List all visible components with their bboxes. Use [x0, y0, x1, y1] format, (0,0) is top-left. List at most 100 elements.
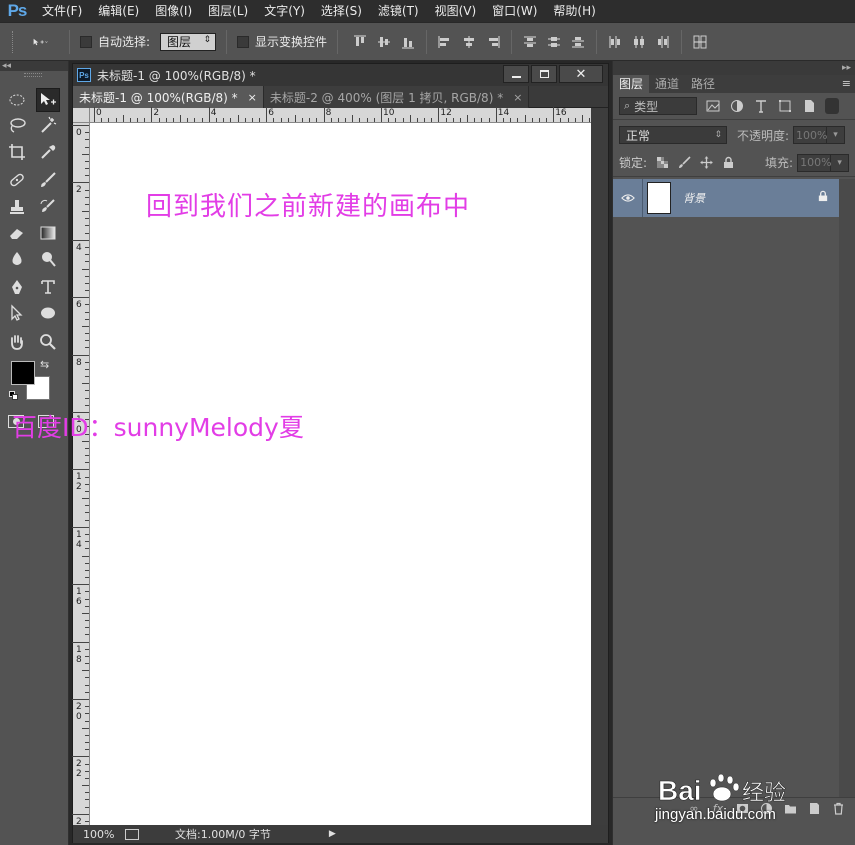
- vertical-ruler[interactable]: 024681012141618202224: [72, 123, 90, 837]
- blur-tool-icon[interactable]: [5, 247, 29, 271]
- pixel-filter-icon[interactable]: [705, 98, 721, 114]
- menu-layer[interactable]: 图层(L): [200, 0, 256, 22]
- distribute-left-icon[interactable]: [607, 34, 623, 50]
- align-hcenter-icon[interactable]: [461, 34, 477, 50]
- document-canvas[interactable]: [90, 123, 591, 825]
- minimize-button[interactable]: [503, 65, 529, 83]
- align-right-icon[interactable]: [485, 34, 501, 50]
- close-button[interactable]: ✕: [559, 65, 603, 83]
- options-grip[interactable]: [12, 30, 15, 53]
- status-menu-arrow-icon[interactable]: ▶: [329, 829, 336, 839]
- crop-tool-icon[interactable]: [5, 140, 29, 164]
- tab-untitled-1[interactable]: 未标题-1 @ 100%(RGB/8) * ×: [73, 86, 264, 108]
- tab-close-icon[interactable]: ×: [248, 91, 257, 104]
- toolbox-grip[interactable]: [24, 73, 42, 77]
- visibility-eye-icon[interactable]: [613, 179, 643, 217]
- ruler-tick: [72, 526, 89, 528]
- adjustment-filter-icon[interactable]: [729, 98, 745, 114]
- toolbox-collapse-icon[interactable]: ◂◂: [0, 61, 68, 71]
- menu-window[interactable]: 窗口(W): [484, 0, 545, 22]
- distribute-top-icon[interactable]: [522, 34, 538, 50]
- smart-object-filter-icon[interactable]: [801, 98, 817, 114]
- menu-select[interactable]: 选择(S): [313, 0, 370, 22]
- foreground-color-swatch[interactable]: [11, 361, 35, 385]
- layers-scrollbar[interactable]: [839, 179, 855, 797]
- gradient-tool-icon[interactable]: [36, 221, 60, 245]
- auto-select-checkbox[interactable]: [80, 35, 92, 48]
- menu-type[interactable]: 文字(Y): [256, 0, 313, 22]
- healing-brush-tool-icon[interactable]: [5, 168, 29, 192]
- document-titlebar[interactable]: Ps 未标题-1 @ 100%(RGB/8) * ✕: [73, 64, 608, 86]
- type-filter-icon[interactable]: [753, 98, 769, 114]
- align-vcenter-icon[interactable]: [376, 34, 392, 50]
- tab-close-icon[interactable]: ×: [513, 91, 522, 104]
- ellipse-tool-icon[interactable]: [36, 301, 60, 325]
- swap-colors-icon[interactable]: ⇆: [40, 358, 49, 371]
- shape-filter-icon[interactable]: [777, 98, 793, 114]
- auto-select-target-dropdown[interactable]: 图层 ⇕: [160, 32, 217, 51]
- clone-stamp-tool-icon[interactable]: [5, 195, 29, 219]
- eyedropper-tool-icon[interactable]: [36, 140, 60, 164]
- menu-edit[interactable]: 编辑(E): [90, 0, 147, 22]
- menu-view[interactable]: 视图(V): [427, 0, 485, 22]
- zoom-tool-icon[interactable]: [36, 330, 60, 354]
- lock-all-icon[interactable]: [721, 156, 735, 170]
- filter-kind-dropdown[interactable]: ⌕ 类型: [619, 97, 697, 115]
- move-tool-icon[interactable]: [36, 88, 60, 112]
- layer-name[interactable]: 背景: [683, 190, 705, 206]
- path-selection-tool-icon[interactable]: [5, 301, 29, 325]
- tab-untitled-2[interactable]: 未标题-2 @ 400% (图层 1 拷贝, RGB/8) * ×: [263, 86, 530, 108]
- layer-thumbnail[interactable]: [647, 182, 671, 214]
- layer-row-background[interactable]: 背景: [613, 179, 839, 217]
- export-icon[interactable]: [125, 828, 139, 840]
- distribute-hcenter-icon[interactable]: [631, 34, 647, 50]
- ruler-h-label: 14: [497, 108, 510, 118]
- distribute-right-icon[interactable]: [655, 34, 671, 50]
- hand-tool-icon[interactable]: [5, 330, 29, 354]
- separator: [596, 29, 598, 54]
- lasso-tool-icon[interactable]: [5, 113, 29, 137]
- tab-channels[interactable]: 通道: [649, 75, 685, 93]
- brush-tool-icon[interactable]: [36, 168, 60, 192]
- tab-layers[interactable]: 图层: [613, 75, 650, 93]
- ruler-tick: [72, 469, 89, 471]
- panel-menu-icon[interactable]: ≡: [842, 75, 851, 93]
- show-transform-checkbox[interactable]: [237, 35, 250, 48]
- lock-pixels-icon[interactable]: [677, 156, 691, 170]
- default-colors-icon[interactable]: [9, 391, 19, 401]
- maximize-button[interactable]: [531, 65, 557, 83]
- panel-collapse-icon[interactable]: ▸▸: [613, 61, 855, 75]
- align-top-icon[interactable]: [352, 34, 368, 50]
- fill-dropdown-icon[interactable]: ▾: [831, 153, 850, 172]
- filter-toggle[interactable]: [825, 98, 839, 114]
- ruler-tick: [85, 333, 89, 335]
- pen-tool-icon[interactable]: [5, 275, 29, 299]
- opacity-field[interactable]: 100%: [793, 126, 828, 144]
- lock-transparent-icon[interactable]: [655, 156, 669, 170]
- dodge-tool-icon[interactable]: [36, 247, 60, 271]
- menu-image[interactable]: 图像(I): [147, 0, 200, 22]
- distribute-bottom-icon[interactable]: [570, 34, 586, 50]
- align-bottom-icon[interactable]: [400, 34, 416, 50]
- menu-help[interactable]: 帮助(H): [545, 0, 603, 22]
- magic-wand-tool-icon[interactable]: [36, 113, 60, 137]
- opacity-dropdown-icon[interactable]: ▾: [827, 126, 846, 144]
- marquee-tool-icon[interactable]: [5, 88, 29, 112]
- blend-mode-dropdown[interactable]: 正常 ⇕: [619, 126, 727, 144]
- menu-file[interactable]: 文件(F): [34, 0, 90, 22]
- menu-filter[interactable]: 滤镜(T): [370, 0, 427, 22]
- move-tool-preset-icon[interactable]: [25, 34, 55, 50]
- history-brush-tool-icon[interactable]: [36, 195, 60, 219]
- ruler-origin[interactable]: [73, 108, 90, 123]
- lock-position-icon[interactable]: [699, 156, 713, 170]
- vertical-scrollbar[interactable]: [591, 108, 608, 825]
- auto-align-layers-icon[interactable]: [692, 34, 708, 50]
- type-tool-icon[interactable]: [36, 275, 60, 299]
- zoom-level-field[interactable]: 100%: [73, 828, 119, 841]
- tab-paths[interactable]: 路径: [685, 75, 721, 93]
- align-left-icon[interactable]: [437, 34, 453, 50]
- fill-field[interactable]: 100%: [797, 153, 832, 172]
- horizontal-ruler[interactable]: 0 2 4 6 8 10 12 14 16: [90, 107, 591, 123]
- eraser-tool-icon[interactable]: [5, 221, 29, 245]
- distribute-vcenter-icon[interactable]: [546, 34, 562, 50]
